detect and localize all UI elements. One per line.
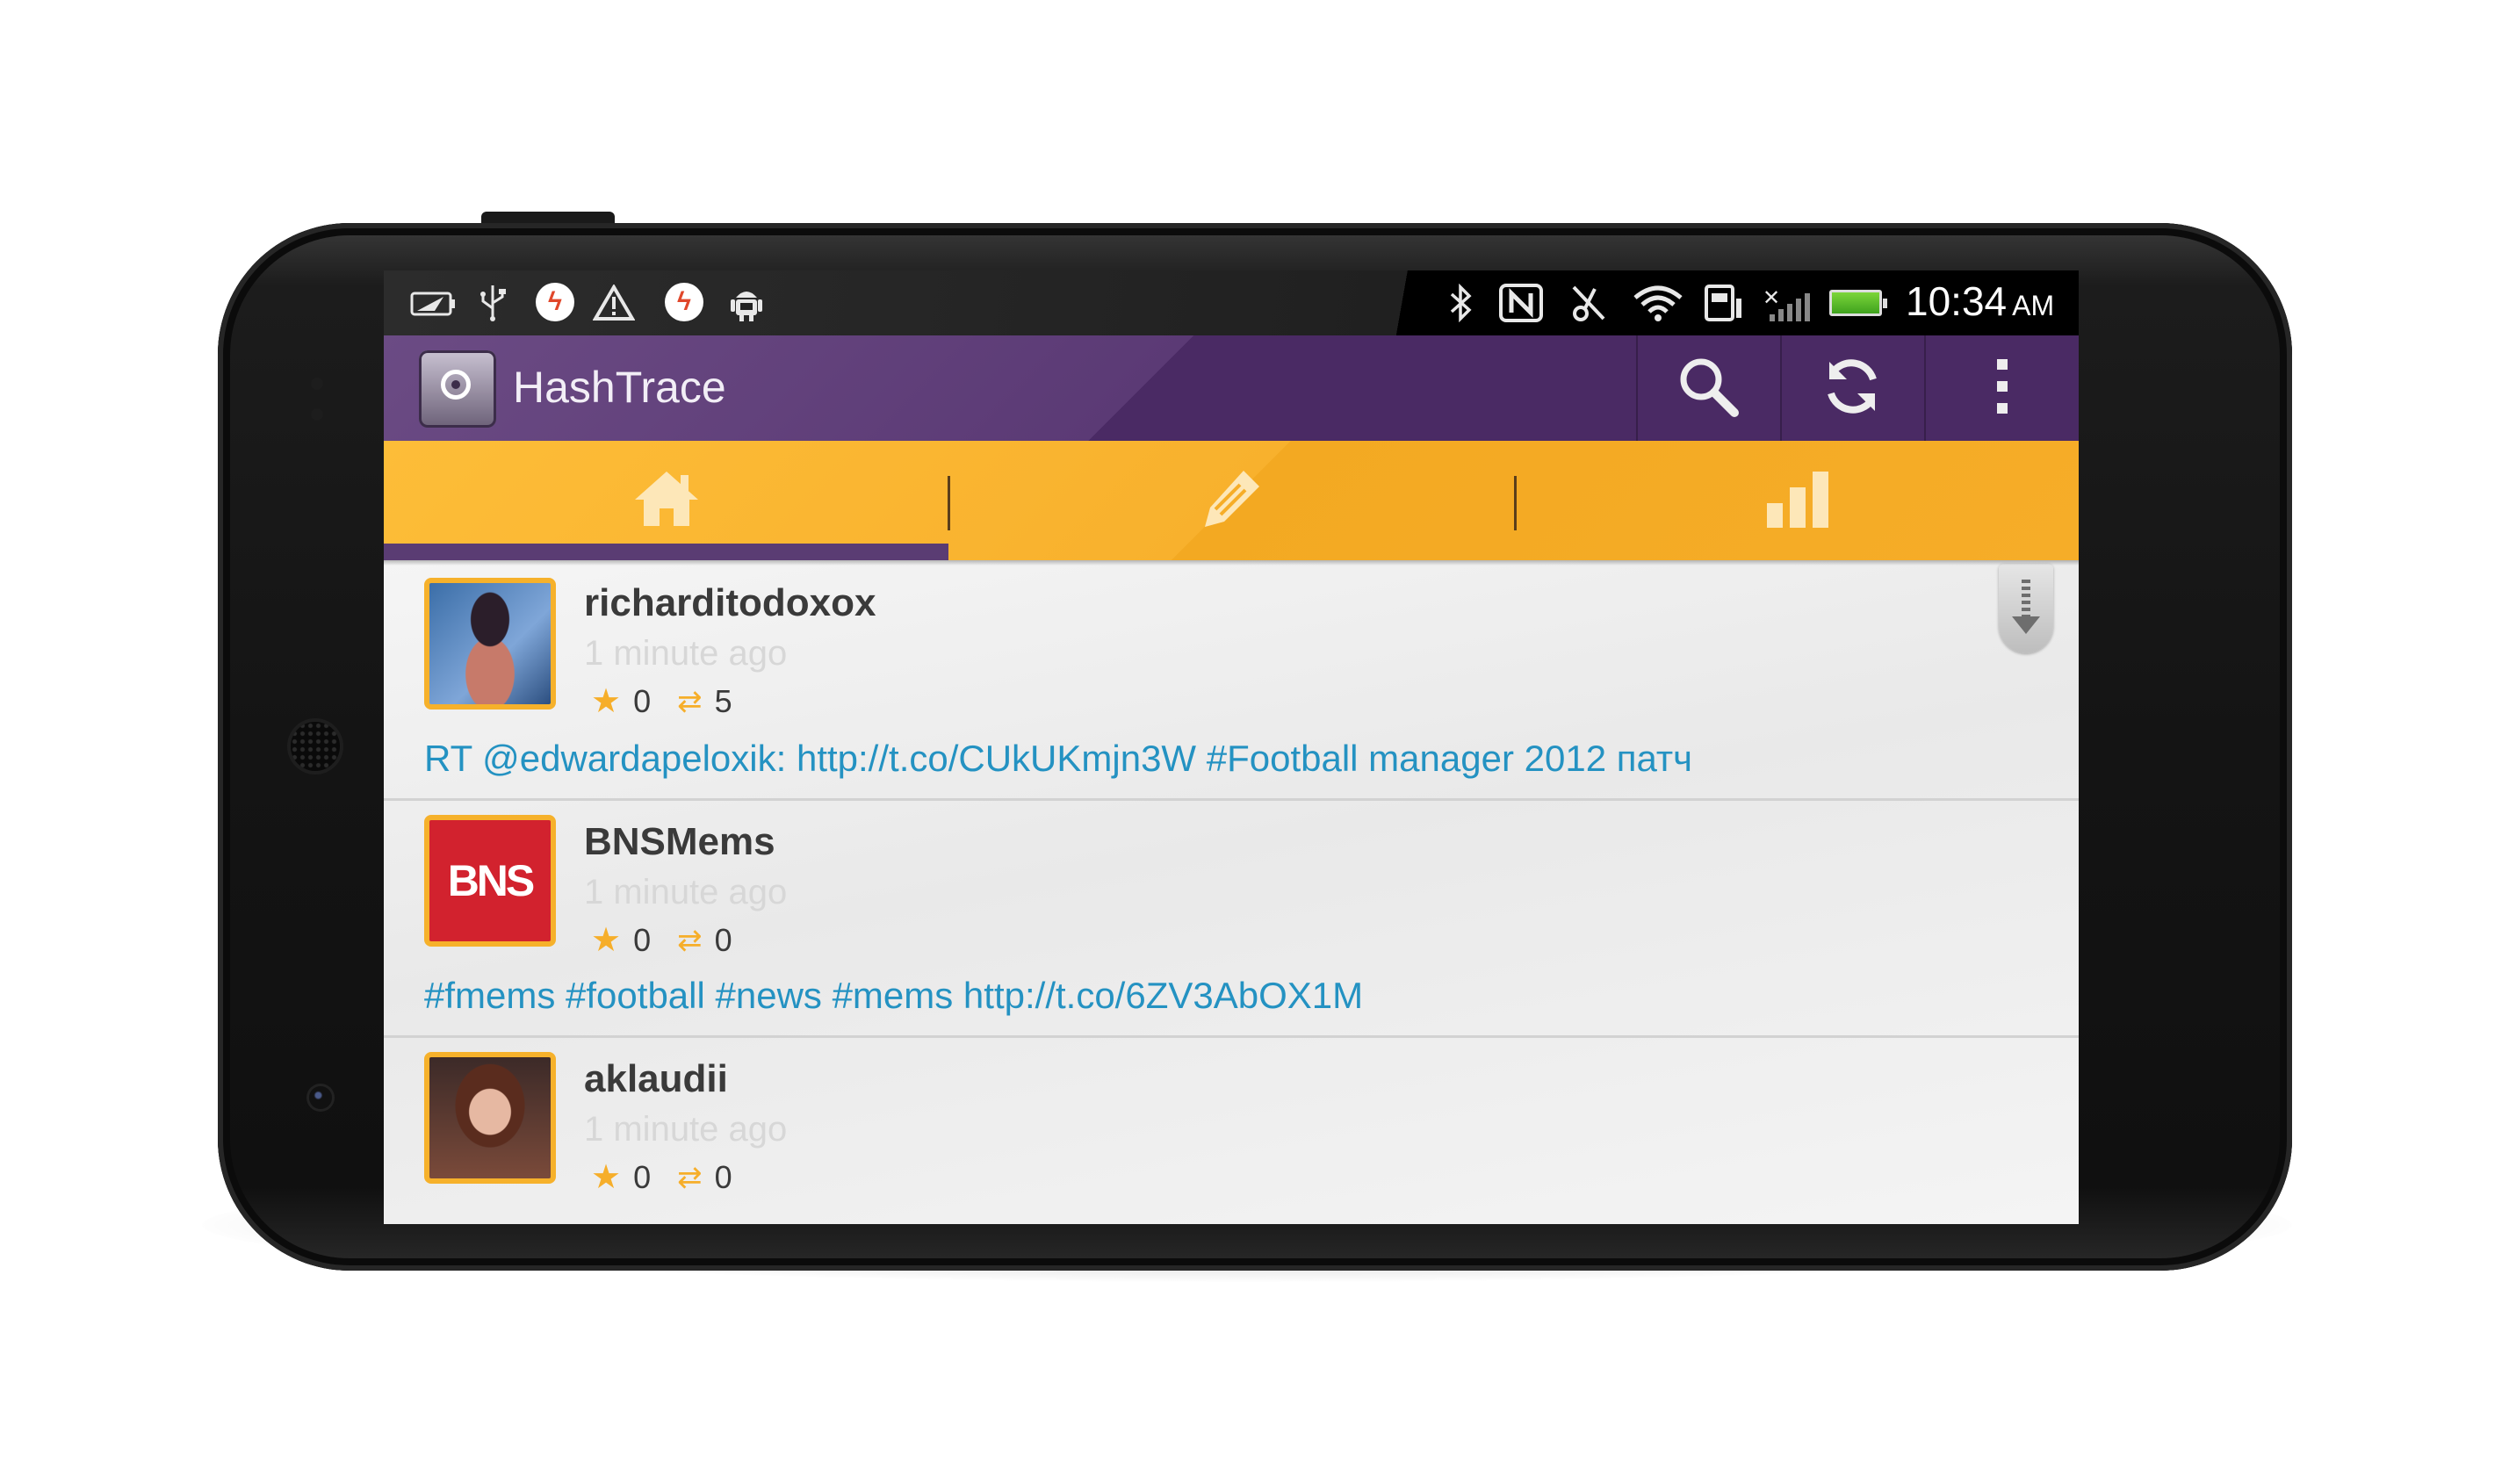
pencil-icon (1198, 465, 1268, 537)
tweet-feed[interactable]: richarditodoxox 1 minute ago ★ 0 ⇄ 5 RT … (384, 560, 2079, 1224)
tab-stats[interactable] (1517, 441, 2079, 560)
avatar-logo-text: BNS (447, 856, 536, 905)
tweet-item[interactable]: richarditodoxox 1 minute ago ★ 0 ⇄ 5 RT … (384, 560, 2079, 797)
timestamp: 1 minute ago (584, 873, 788, 911)
light-sensor (311, 408, 323, 421)
refresh-button[interactable] (1782, 335, 1922, 441)
star-icon: ★ (591, 683, 622, 720)
flash-notification-icon-2: ϟ (665, 283, 703, 321)
sd-card-icon (1703, 283, 1747, 323)
stats-icon (1763, 468, 1832, 534)
time-text: 10:34 (1906, 278, 2008, 324)
overflow-menu-icon (1994, 356, 2011, 421)
front-camera (309, 1086, 332, 1109)
app-title: HashTrace (513, 363, 726, 412)
retweet-icon: ⇄ (677, 1160, 703, 1194)
screen: ϟ ϟ ✕ 10:34 AM HashTrace richarditodoxox… (384, 270, 2079, 1224)
username[interactable]: aklaudii (584, 1057, 728, 1101)
username[interactable]: BNSMems (584, 820, 775, 864)
proximity-sensor (311, 378, 323, 390)
search-icon (1675, 353, 1741, 424)
tweet-stats: ★ 0 ⇄ 5 (591, 681, 732, 721)
signal-strength-icon (1770, 288, 1810, 321)
retweet-icon: ⇄ (677, 923, 703, 957)
retweet-count: 5 (714, 682, 732, 719)
star-icon: ★ (591, 1159, 622, 1196)
usb-icon (475, 283, 510, 323)
ampm-text: AM (2012, 290, 2055, 321)
avatar[interactable]: BNS (424, 815, 556, 947)
status-time: 10:34 AM (1906, 277, 2054, 325)
tab-compose[interactable] (950, 441, 1515, 560)
retweet-count: 0 (714, 1158, 732, 1195)
speaker-grille (291, 722, 340, 771)
timestamp: 1 minute ago (584, 1110, 788, 1149)
warning-icon (591, 283, 637, 323)
tweet-stats: ★ 0 ⇄ 0 (591, 920, 732, 960)
flash-notification-icon: ϟ (536, 283, 574, 321)
username[interactable]: richarditodoxox (584, 581, 876, 625)
action-bar: HashTrace (384, 335, 2079, 441)
overflow-menu-button[interactable] (1926, 335, 2079, 441)
home-icon (631, 468, 702, 534)
app-logo-icon[interactable] (419, 350, 496, 428)
tweet-text[interactable]: RT @edwardapeloxik: http://t.co/CUkUKmjn… (424, 738, 1692, 780)
bluetooth-icon (1445, 283, 1476, 323)
tweet-stats: ★ 0 ⇄ 0 (591, 1157, 732, 1197)
avatar[interactable] (424, 1052, 556, 1184)
status-bar: ϟ ϟ ✕ 10:34 AM (384, 270, 2079, 335)
retweet-count: 0 (714, 921, 732, 958)
retweet-icon: ⇄ (677, 684, 703, 718)
selected-tab-indicator (384, 544, 948, 560)
refresh-icon (1819, 353, 1885, 424)
arrow-down-icon (2012, 616, 2040, 634)
tweet-item[interactable]: BNS BNSMems 1 minute ago ★ 0 ⇄ 0 #fmems … (384, 801, 2079, 1036)
tab-bar (384, 441, 2079, 560)
android-debug-icon (726, 283, 767, 323)
favorite-count: 0 (633, 1158, 652, 1195)
tweet-item[interactable]: aklaudii 1 minute ago ★ 0 ⇄ 0 (384, 1038, 2079, 1224)
star-icon: ★ (591, 922, 622, 959)
battery-saver-icon (407, 283, 459, 323)
tweet-text[interactable]: #fmems #football #news #mems http://t.co… (424, 975, 1363, 1017)
search-button[interactable] (1638, 335, 1778, 441)
vibrate-off-icon (1568, 283, 1610, 323)
favorite-count: 0 (633, 682, 652, 719)
tab-bar-shadow (384, 560, 2079, 566)
wifi-icon (1631, 283, 1685, 323)
favorite-count: 0 (633, 921, 652, 958)
pull-to-refresh-handle[interactable] (1999, 564, 2053, 653)
avatar[interactable] (424, 578, 556, 710)
nfc-icon (1497, 283, 1545, 323)
timestamp: 1 minute ago (584, 634, 788, 673)
tab-home[interactable] (384, 441, 948, 560)
battery-icon (1829, 290, 1887, 316)
